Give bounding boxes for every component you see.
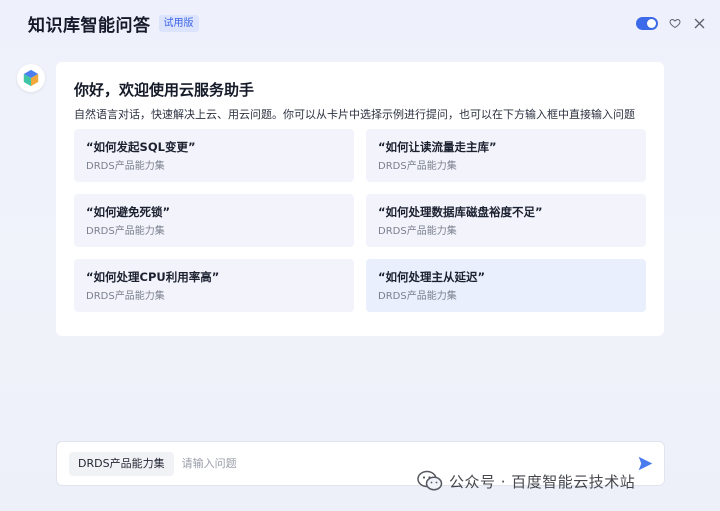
question-text: “如何让读流量走主库” xyxy=(378,140,497,154)
trial-badge: 试用版 xyxy=(158,14,199,32)
question-text: “如何处理数据库磁盘裕度不足” xyxy=(378,205,543,219)
wechat-icon xyxy=(417,470,443,491)
close-icon[interactable] xyxy=(692,16,706,30)
question-text: “如何发起SQL变更” xyxy=(86,140,196,154)
watermark: 公众号 · 百度智能云技术站 xyxy=(417,470,635,492)
app-header: 知识库智能问答 试用版 xyxy=(0,0,720,46)
question-input[interactable] xyxy=(181,457,636,470)
question-tag: DRDS产品能力集 xyxy=(378,161,457,172)
question-card[interactable]: “如何发起SQL变更” DRDS产品能力集 xyxy=(74,129,354,182)
welcome-card: 你好，欢迎使用云服务助手 自然语言对话，快速解决上云、用云问题。你可以从卡片中选… xyxy=(56,62,664,336)
toggle-switch[interactable] xyxy=(636,16,658,30)
app-title: 知识库智能问答 xyxy=(28,15,151,36)
question-card[interactable]: “如何处理CPU利用率高” DRDS产品能力集 xyxy=(74,259,354,312)
question-card[interactable]: “如何处理数据库磁盘裕度不足” DRDS产品能力集 xyxy=(366,194,646,247)
header-actions xyxy=(636,16,706,30)
welcome-subtitle: 自然语言对话，快速解决上云、用云问题。你可以从卡片中选择示例进行提问，也可以在下… xyxy=(74,108,635,121)
question-card[interactable]: “如何处理主从延迟” DRDS产品能力集 xyxy=(366,259,646,312)
watermark-text: 公众号 · 百度智能云技术站 xyxy=(449,472,636,491)
send-button[interactable] xyxy=(636,455,654,473)
question-tag: DRDS产品能力集 xyxy=(86,161,165,172)
question-tag: DRDS产品能力集 xyxy=(86,226,165,237)
question-text: “如何处理主从延迟” xyxy=(378,270,486,284)
scope-selector[interactable]: DRDS产品能力集 xyxy=(69,451,174,476)
question-tag: DRDS产品能力集 xyxy=(378,291,457,302)
assistant-cube-icon xyxy=(23,69,39,87)
assistant-avatar xyxy=(17,64,45,92)
question-text: “如何避免死锁” xyxy=(86,205,171,219)
question-card[interactable]: “如何避免死锁” DRDS产品能力集 xyxy=(74,194,354,247)
send-icon xyxy=(638,456,652,471)
heart-icon[interactable] xyxy=(668,16,682,30)
question-tag: DRDS产品能力集 xyxy=(378,226,457,237)
welcome-title: 你好，欢迎使用云服务助手 xyxy=(74,81,255,99)
question-card-grid: “如何发起SQL变更” DRDS产品能力集 “如何让读流量走主库” DRDS产品… xyxy=(74,129,646,312)
question-text: “如何处理CPU利用率高” xyxy=(86,270,220,284)
question-tag: DRDS产品能力集 xyxy=(86,291,165,302)
question-card[interactable]: “如何让读流量走主库” DRDS产品能力集 xyxy=(366,129,646,182)
